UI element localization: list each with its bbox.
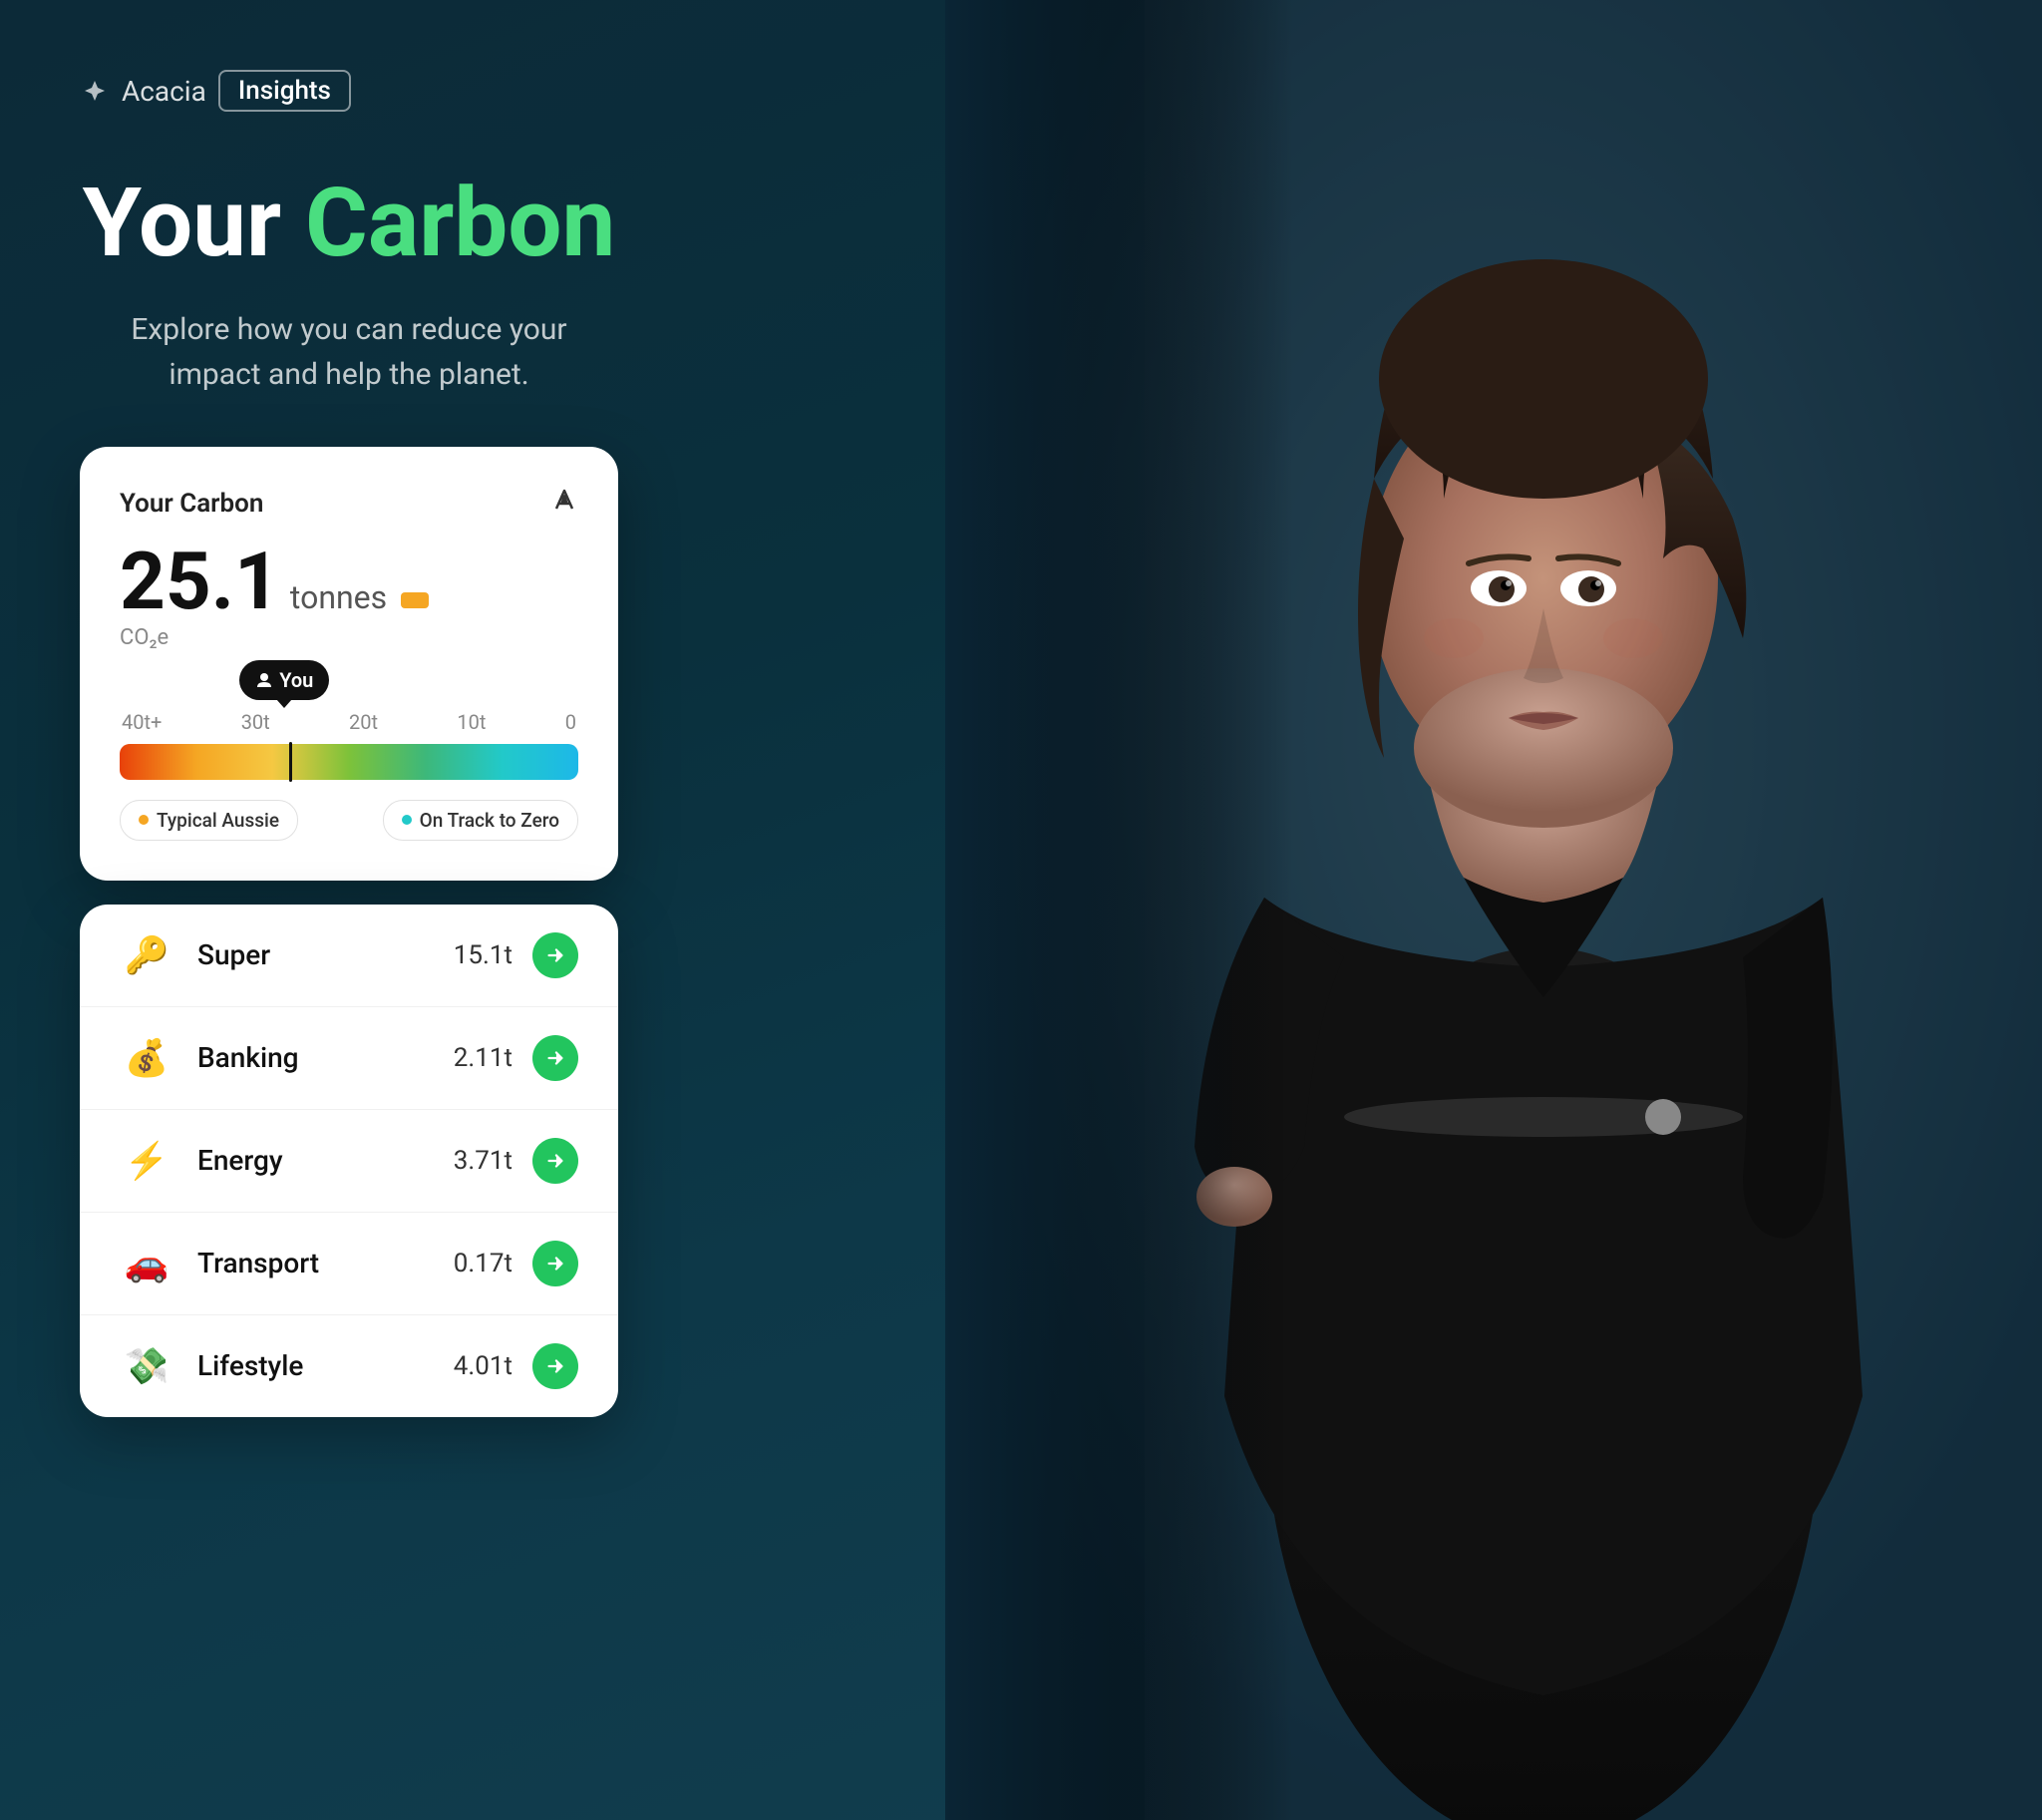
card-title: Your Carbon (120, 489, 263, 519)
category-name: Lifestyle (197, 1349, 454, 1382)
typical-aussie-dot (139, 815, 149, 825)
category-value: 3.71t (454, 1146, 512, 1176)
scale-badges: Typical Aussie On Track to Zero (120, 800, 578, 841)
category-row[interactable]: 💸 Lifestyle 4.01t (80, 1315, 618, 1417)
card-header: Your Carbon (120, 487, 578, 522)
category-name: Transport (197, 1247, 454, 1279)
scale-label-30: 30t (241, 710, 270, 734)
category-name: Banking (197, 1041, 454, 1074)
on-track-badge[interactable]: On Track to Zero (383, 800, 578, 841)
hero-title-green: Carbon (305, 168, 615, 279)
category-row[interactable]: ⚡ Energy 3.71t (80, 1110, 618, 1213)
category-row[interactable]: 💰 Banking 2.11t (80, 1007, 618, 1110)
category-emoji: 💰 (120, 1037, 173, 1079)
category-emoji: ⚡ (120, 1140, 173, 1182)
carbon-value: 25.1 (120, 542, 280, 621)
category-name: Energy (197, 1144, 454, 1177)
typical-aussie-label: Typical Aussie (157, 809, 279, 832)
scale-label-40: 40t+ (122, 710, 162, 734)
app-logo (80, 76, 110, 106)
scale-container: You 40t+ 30t 20t 10t 0 (120, 710, 578, 780)
category-row[interactable]: 🔑 Super 15.1t (80, 905, 618, 1007)
hero-title-white: Your (83, 168, 305, 279)
category-rows: 🔑 Super 15.1t 💰 Banking 2.11t ⚡ Energy 3… (80, 905, 618, 1417)
carbon-unit: tonnes (290, 578, 387, 616)
category-emoji: 🚗 (120, 1243, 173, 1284)
category-arrow-button[interactable] (532, 1343, 578, 1389)
carbon-indicator-dot (401, 592, 429, 608)
category-arrow-button[interactable] (532, 1035, 578, 1081)
carbon-card: Your Carbon 25.1 tonnes CO₂e (80, 447, 618, 881)
category-emoji: 💸 (120, 1345, 173, 1387)
scale-marker (289, 742, 292, 782)
scale-bar (120, 744, 578, 780)
person-photo (945, 0, 2042, 1820)
main-content: Acacia Insights Your Carbon Explore how … (0, 0, 698, 1820)
category-row[interactable]: 🚗 Transport 0.17t (80, 1213, 618, 1315)
carbon-sub: CO₂e (120, 625, 578, 650)
category-value: 4.01t (454, 1351, 512, 1381)
category-arrow-button[interactable] (532, 932, 578, 978)
hero-title: Your Carbon (80, 172, 618, 277)
category-value: 15.1t (454, 940, 512, 970)
on-track-dot (402, 815, 412, 825)
breadcrumb-current: Insights (218, 70, 351, 112)
category-arrow-button[interactable] (532, 1241, 578, 1286)
breadcrumb: Acacia Insights (80, 70, 618, 112)
carbon-number: 25.1 tonnes (120, 542, 578, 621)
hero-subtitle: Explore how you can reduce yourimpact an… (80, 307, 618, 397)
scale-label-20: 20t (349, 710, 378, 734)
typical-aussie-badge[interactable]: Typical Aussie (120, 800, 298, 841)
category-arrow-button[interactable] (532, 1138, 578, 1184)
category-value: 2.11t (454, 1043, 512, 1073)
scale-label-0: 0 (565, 710, 576, 734)
you-label: You (239, 660, 329, 700)
scale-labels: 40t+ 30t 20t 10t 0 (120, 710, 578, 734)
on-track-label: On Track to Zero (420, 809, 559, 832)
category-value: 0.17t (454, 1249, 512, 1278)
category-name: Super (197, 938, 454, 971)
category-emoji: 🔑 (120, 934, 173, 976)
you-label-text: You (279, 668, 313, 692)
card-navigation-icon[interactable] (550, 487, 578, 522)
breadcrumb-app: Acacia (122, 75, 206, 108)
scale-label-10: 10t (457, 710, 486, 734)
categories-card: 🔑 Super 15.1t 💰 Banking 2.11t ⚡ Energy 3… (80, 905, 618, 1417)
